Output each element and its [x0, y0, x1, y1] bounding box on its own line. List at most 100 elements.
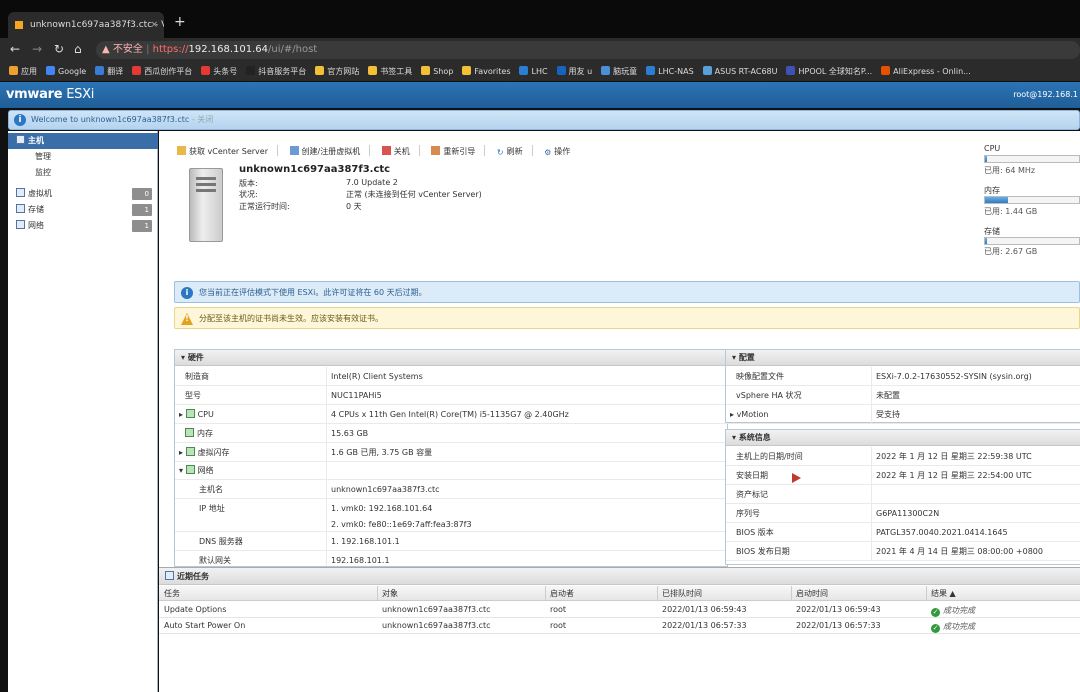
reload-icon[interactable]: ↻ [54, 42, 64, 56]
url-host: 192.168.101.64 [188, 44, 269, 55]
sidebar-item-manage[interactable]: 管理 [8, 149, 158, 165]
back-icon[interactable]: ← [10, 42, 20, 56]
task-cell: ✓ 成功完成 [931, 622, 975, 633]
bookmark-item[interactable]: 应用 [9, 62, 37, 81]
task-row[interactable]: Update Options unknown1c697aa387f3.ctc roo… [159, 602, 1080, 618]
url-bar[interactable]: ▲ 不安全 | https://192.168.101.64/ui/#/host [96, 41, 1080, 59]
bookmark-item[interactable]: 头条号 [201, 62, 237, 81]
config-row: 映像配置文件 ESXi-7.0.2-17630552-SYSIN (sysin.o… [726, 367, 1080, 386]
bookmark-icon [646, 66, 656, 75]
sysinfo-value: 2021 年 4 月 14 日 星期三 08:00:00 +0800 [871, 542, 1043, 560]
hardware-row[interactable]: ▸ 虚拟闪存 1.6 GB 已用, 3.75 GB 容量 [175, 443, 727, 462]
sidebar-item-vms[interactable]: 虚拟机 0 [8, 186, 158, 202]
actions-button[interactable]: ⚙ 操作 [544, 146, 570, 157]
cpu-label: CPU [984, 144, 1001, 153]
user-menu[interactable]: root@192.168.1 [1013, 90, 1078, 99]
bookmark-item[interactable]: Favorites [462, 62, 510, 81]
config-row[interactable]: ▸ vMotion 受支持 [726, 405, 1080, 424]
warning-icon: ▲ [102, 44, 113, 55]
forward-icon[interactable]: → [32, 42, 42, 56]
bookmark-item[interactable]: ASUS RT-AC68U [702, 62, 777, 81]
hardware-panel-header[interactable]: ▾ 硬件 [175, 350, 727, 366]
bookmark-item[interactable]: Shop [421, 62, 453, 81]
hardware-value: 2. vmk0: fe80::1e69:7aff:fea3:87f3 [326, 518, 472, 531]
config-key: 映像配置文件 [736, 372, 784, 381]
browser-tab[interactable]: unknown1c697aa387f3.ctc - V × [8, 12, 164, 38]
shutdown-button[interactable]: 关机 [381, 146, 410, 157]
hardware-row[interactable]: ▾ 网络 [175, 462, 727, 480]
get-vcenter-button[interactable]: 获取 vCenter Server [177, 146, 268, 157]
column-divider[interactable] [657, 586, 658, 601]
column-header[interactable]: 已排队时间 [662, 588, 702, 599]
bookmark-item[interactable]: 抖音服务平台 [246, 62, 306, 81]
version-value: 7.0 Update 2 [346, 178, 398, 187]
hardware-row: 主机名 unknown1c697aa387f3.ctc [175, 480, 727, 499]
task-cell: Update Options [164, 605, 227, 614]
refresh-button[interactable]: ↻ 刷新 [497, 146, 523, 157]
bookmark-item[interactable]: 用友 u [556, 62, 592, 81]
bookmark-item[interactable]: LHC-NAS [646, 62, 694, 81]
sidebar-item-monitor[interactable]: 监控 [8, 165, 158, 181]
navigator-sidebar: 主机 管理 监控 虚拟机 0 存储 1 网络 1 [8, 131, 158, 692]
hardware-panel: ▾ 硬件 制造商 Intel(R) Client Systems 型号 NUC11PA… [174, 349, 728, 567]
config-value: ESXi-7.0.2-17630552-SYSIN (sysin.org) [871, 367, 1032, 385]
column-divider[interactable] [545, 586, 546, 601]
success-icon: ✓ [931, 608, 940, 617]
system-info-panel: ▾ 系统信息 主机上的日期/时间 2022 年 1 月 12 日 星期三 22:5… [725, 429, 1080, 565]
url-protocol: https:// [152, 44, 189, 55]
hardware-row: DNS 服务器 1. 192.168.101.1 [175, 532, 727, 551]
column-header[interactable]: 启动时间 [796, 588, 828, 599]
bookmark-icon [132, 66, 142, 75]
hardware-value: unknown1c697aa387f3.ctc [326, 480, 440, 498]
column-header[interactable]: 结果 ▲ [931, 588, 956, 599]
reboot-button[interactable]: 重新引导 [431, 146, 475, 157]
sysinfo-row: 资产标记 [726, 485, 1080, 504]
column-header[interactable]: 对象 [382, 588, 398, 599]
version-label: 版本: [239, 179, 258, 188]
bookmark-item[interactable]: LHC [519, 62, 548, 81]
close-icon[interactable]: × [150, 12, 158, 38]
bookmark-item[interactable]: 书签工具 [368, 62, 412, 81]
column-divider[interactable] [791, 586, 792, 601]
bookmark-item[interactable]: Google [46, 62, 86, 81]
config-panel-header[interactable]: ▾ 配置 [726, 350, 1080, 366]
cert-alert: ! 分配至该主机的证书尚未生效。应该安装有效证书。 [174, 307, 1080, 329]
sysinfo-row: 序列号 G6PA11300C2N [726, 504, 1080, 523]
bookmark-item[interactable]: 西瓜创作平台 [132, 62, 192, 81]
vm-icon [16, 188, 25, 197]
hardware-row[interactable]: ▸ CPU 4 CPUs x 11th Gen Intel(R) Core(TM)… [175, 405, 727, 424]
recent-tasks-panel: 近期任务 任务 对象 启动者 已排队时间 启动时间 结果 ▲ Update Options… [159, 567, 1080, 692]
bookmark-item[interactable]: 翻译 [95, 62, 123, 81]
bookmark-item[interactable]: 官方网站 [315, 62, 359, 81]
column-divider[interactable] [377, 586, 378, 601]
bookmark-item[interactable]: 脑玩童 [601, 62, 637, 81]
new-tab-button[interactable]: + [174, 14, 186, 30]
host-icon [16, 135, 25, 144]
sidebar-item-network[interactable]: 网络 1 [8, 218, 158, 234]
memory-label: 内存 [984, 186, 1000, 195]
bookmark-icon [786, 66, 796, 75]
create-vm-button[interactable]: 创建/注册虚拟机 [289, 146, 360, 157]
sysinfo-key: 序列号 [736, 509, 760, 518]
column-header[interactable]: 任务 [164, 588, 180, 599]
column-header[interactable]: 启动者 [550, 588, 574, 599]
system-info-panel-header[interactable]: ▾ 系统信息 [726, 430, 1080, 446]
server-icon [189, 168, 223, 242]
storage-used: 已用: 2.67 GB [984, 247, 1038, 256]
sidebar-item-host[interactable]: 主机 [8, 133, 158, 149]
recent-tasks-header[interactable]: 近期任务 [159, 567, 1080, 585]
hardware-row: IP 地址 1. vmk0: 192.168.101.64 [175, 499, 727, 518]
sidebar-item-storage[interactable]: 存储 1 [8, 202, 158, 218]
task-row[interactable]: Auto Start Power On unknown1c697aa387f3.c… [159, 618, 1080, 634]
tasks-table-header: 任务 对象 启动者 已排队时间 启动时间 结果 ▲ [159, 586, 1080, 601]
welcome-close-link[interactable]: - 关闭 [192, 115, 213, 124]
task-cell: unknown1c697aa387f3.ctc [382, 621, 491, 630]
hardware-value: 1. 192.168.101.1 [326, 532, 400, 550]
hardware-key: CPU [197, 410, 214, 419]
bookmark-item[interactable]: AliExpress - Onlin... [881, 62, 971, 81]
hardware-key: 虚拟闪存 [197, 448, 230, 457]
sysinfo-row: 主机上的日期/时间 2022 年 1 月 12 日 星期三 22:59:38 UT… [726, 447, 1080, 466]
column-divider[interactable] [926, 586, 927, 601]
home-icon[interactable]: ⌂ [74, 42, 82, 56]
bookmark-item[interactable]: HPOOL 全球知名P... [786, 62, 872, 81]
